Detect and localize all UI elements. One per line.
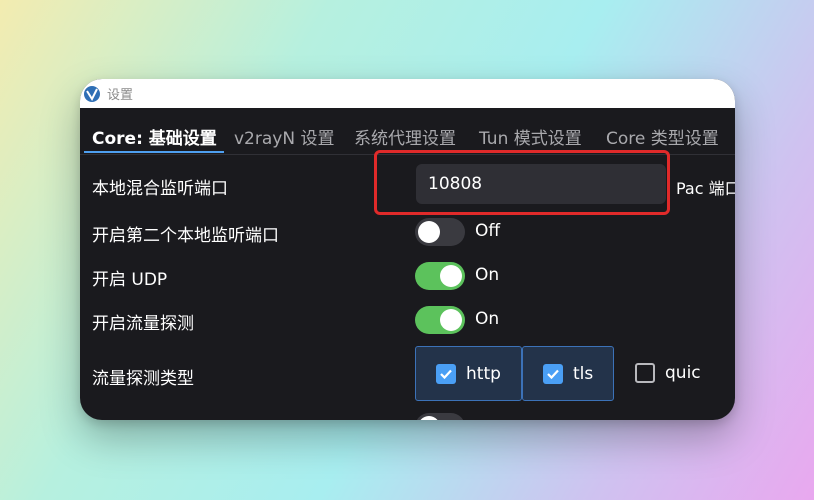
sniffing-state: On [475, 309, 500, 329]
checkbox-unchecked-icon [635, 363, 655, 383]
udp-toggle[interactable] [415, 262, 465, 290]
pac-port-label: Pac 端口 [676, 179, 735, 198]
toggle-knob [440, 265, 462, 287]
title-bar: 设置 [80, 79, 735, 108]
window-title: 设置 [107, 88, 134, 103]
tab-tun-mode[interactable]: Tun 模式设置 [479, 124, 582, 149]
sniffing-label: 开启流量探测 [92, 314, 194, 334]
toggle-knob [440, 309, 462, 331]
sniff-quic-option[interactable]: quic [635, 363, 701, 383]
udp-label: 开启 UDP [92, 270, 168, 290]
tab-core-basic[interactable]: Core: 基础设置 [92, 124, 217, 149]
v2rayn-logo-icon [84, 85, 100, 102]
sniff-quic-label: quic [665, 363, 701, 383]
highlight-annotation [374, 150, 670, 215]
toggle-knob [418, 416, 440, 420]
next-row-toggle[interactable] [415, 413, 465, 420]
sniff-http-label: http [466, 363, 501, 384]
second-port-state: Off [475, 221, 501, 241]
tab-core-type[interactable]: Core 类型设置 [606, 124, 719, 149]
udp-state: On [475, 265, 500, 285]
sniff-type-label: 流量探测类型 [92, 369, 194, 389]
tab-system-proxy[interactable]: 系统代理设置 [354, 124, 456, 149]
settings-window: 设置 Core: 基础设置 v2rayN 设置 系统代理设置 Tun 模式设置 … [80, 79, 735, 420]
checkbox-checked-icon [543, 363, 563, 384]
tab-v2rayn-settings[interactable]: v2rayN 设置 [234, 124, 334, 149]
local-port-label: 本地混合监听端口 [92, 179, 228, 199]
second-port-toggle[interactable] [415, 218, 465, 246]
active-tab-indicator [84, 151, 224, 153]
sniff-tls-option[interactable]: tls [522, 346, 614, 401]
sniffing-toggle[interactable] [415, 306, 465, 334]
settings-tabs: Core: 基础设置 v2rayN 设置 系统代理设置 Tun 模式设置 Cor… [80, 108, 735, 155]
sniff-http-option[interactable]: http [415, 346, 522, 401]
checkbox-checked-icon [436, 363, 456, 384]
second-port-label: 开启第二个本地监听端口 [92, 226, 279, 246]
toggle-knob [418, 221, 440, 243]
sniff-tls-label: tls [573, 363, 594, 384]
